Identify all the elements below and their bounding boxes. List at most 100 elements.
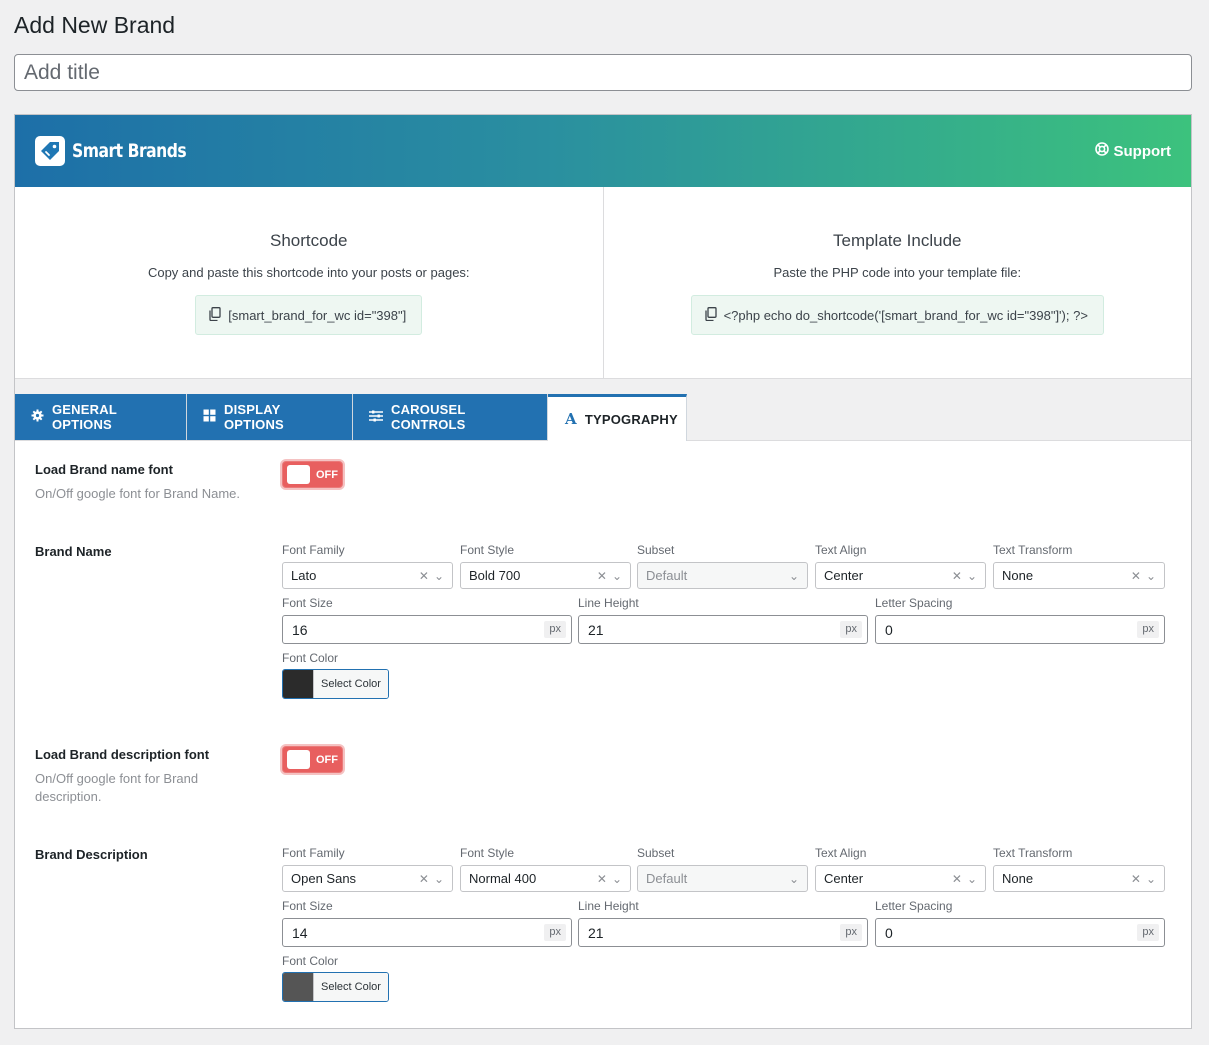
select-color-button[interactable]: Select Color xyxy=(313,670,388,698)
shortcode-panel: Shortcode Copy and paste this shortcode … xyxy=(15,187,1191,379)
brand-description-subset-select[interactable]: Default ⌄ xyxy=(637,865,808,892)
brand-name-font-style-select[interactable]: Bold 700 ✕ ⌄ xyxy=(460,562,631,589)
brand-description-font-family-select[interactable]: Open Sans ✕ ⌄ xyxy=(282,865,453,892)
letter-spacing-label: Letter Spacing xyxy=(875,899,953,913)
color-swatch xyxy=(283,973,313,1001)
selected-value: None xyxy=(1002,871,1034,886)
text-align-label: Text Align xyxy=(815,543,867,557)
copy-icon xyxy=(209,306,221,324)
brand-description-font-size-input[interactable]: 14 px xyxy=(282,918,572,947)
tab-typography-label: TYPOGRAPHY xyxy=(584,411,678,427)
load-brand-name-font-label: Load Brand name font xyxy=(35,462,173,477)
input-value: 0 xyxy=(885,924,893,941)
tab-carousel-controls[interactable]: CAROUSEL CONTROLS xyxy=(353,394,548,440)
chevron-down-icon: ⌄ xyxy=(611,872,622,886)
unit-label: px xyxy=(1137,924,1159,941)
smart-brands-logo: Smart Brands xyxy=(35,136,211,166)
brand-description-text-transform-select[interactable]: None ✕ ⌄ xyxy=(993,865,1165,892)
unit-label: px xyxy=(840,924,862,941)
font-color-label: Font Color xyxy=(282,954,339,968)
brand-name-font-family-select[interactable]: Lato ✕ ⌄ xyxy=(282,562,453,589)
select-color-button[interactable]: Select Color xyxy=(313,973,388,1001)
clear-icon[interactable]: ✕ xyxy=(952,872,962,886)
chevron-down-icon: ⌄ xyxy=(433,569,444,583)
shortcode-title: Shortcode xyxy=(270,231,348,250)
tab-display-options[interactable]: DISPLAY OPTIONS xyxy=(187,394,353,440)
support-link[interactable]: Support xyxy=(1094,142,1172,160)
brand-name-subset-select[interactable]: Default ⌄ xyxy=(637,562,808,589)
clear-icon[interactable]: ✕ xyxy=(419,872,429,886)
load-brand-name-font-toggle[interactable]: OFF xyxy=(282,461,343,488)
tab-display-options-label: DISPLAY OPTIONS xyxy=(224,402,284,432)
selected-value: Center xyxy=(824,871,864,886)
grid-icon xyxy=(203,409,216,425)
tab-typography[interactable]: A TYPOGRAPHY xyxy=(548,394,687,441)
font-size-label: Font Size xyxy=(282,899,333,913)
page-title: Add New Brand xyxy=(14,12,176,38)
font-icon: A xyxy=(565,410,577,428)
selected-value: Lato xyxy=(291,568,317,583)
brand-name-line-height-input[interactable]: 21 px xyxy=(578,615,868,644)
subset-label: Subset xyxy=(637,543,675,557)
shortcode-section: Shortcode Copy and paste this shortcode … xyxy=(15,187,603,378)
brand-name-font-size-input[interactable]: 16 px xyxy=(282,615,572,644)
clear-icon[interactable]: ✕ xyxy=(1131,569,1141,583)
brand-description-text-align-select[interactable]: Center ✕ ⌄ xyxy=(815,865,986,892)
load-brand-description-font-description-line2: description. xyxy=(35,789,102,804)
chevron-down-icon: ⌄ xyxy=(433,872,444,886)
text-align-label: Text Align xyxy=(815,846,867,860)
plugin-banner: Smart Brands Support xyxy=(15,115,1191,187)
chevron-down-icon: ⌄ xyxy=(788,569,799,583)
template-include-section: Template Include Paste the PHP code into… xyxy=(602,187,1192,378)
brand-name-text-transform-select[interactable]: None ✕ ⌄ xyxy=(993,562,1165,589)
clear-icon[interactable]: ✕ xyxy=(1131,872,1141,886)
brand-name-color-picker[interactable]: Select Color xyxy=(282,669,389,699)
input-value: 16 xyxy=(292,621,308,638)
font-size-label: Font Size xyxy=(282,596,333,610)
unit-label: px xyxy=(544,924,566,941)
title-input[interactable] xyxy=(14,54,1192,91)
font-style-label: Font Style xyxy=(460,846,515,860)
brand-description-color-picker[interactable]: Select Color xyxy=(282,972,389,1002)
toggle-knob xyxy=(287,465,310,484)
shortcode-copy-box[interactable]: [smart_brand_for_wc id="398"] xyxy=(195,295,423,335)
brand-description-label: Brand Description xyxy=(35,847,148,862)
selected-value: Bold 700 xyxy=(469,568,521,583)
selected-value: Default xyxy=(646,871,688,886)
sliders-icon xyxy=(369,410,383,425)
tab-general-options[interactable]: GENERAL OPTIONS xyxy=(15,394,187,440)
chevron-down-icon: ⌄ xyxy=(1145,569,1156,583)
tab-general-options-label: GENERAL OPTIONS xyxy=(52,402,117,432)
php-code-copy-box[interactable]: <?php echo do_shortcode('[smart_brand_fo… xyxy=(690,295,1104,335)
clear-icon[interactable]: ✕ xyxy=(952,569,962,583)
chevron-down-icon: ⌄ xyxy=(966,872,977,886)
selected-value: Open Sans xyxy=(291,871,357,886)
tag-icon xyxy=(35,136,65,166)
input-value: 0 xyxy=(885,621,893,638)
brand-description-letter-spacing-input[interactable]: 0 px xyxy=(875,918,1165,947)
brand-name-label: Brand Name xyxy=(35,544,112,559)
brand-settings-metabox: Smart Brands Support Shortcode Copy and … xyxy=(14,114,1192,1029)
brand-name-letter-spacing-input[interactable]: 0 px xyxy=(875,615,1165,644)
letter-spacing-label: Letter Spacing xyxy=(875,596,953,610)
brand-description-font-style-select[interactable]: Normal 400 ✕ ⌄ xyxy=(460,865,631,892)
load-brand-description-font-description-line1: On/Off google font for Brand xyxy=(35,771,199,786)
clear-icon[interactable]: ✕ xyxy=(597,872,607,886)
chevron-down-icon: ⌄ xyxy=(788,872,799,886)
clear-icon[interactable]: ✕ xyxy=(419,569,429,583)
unit-label: px xyxy=(1137,621,1159,638)
load-brand-description-font-toggle[interactable]: OFF xyxy=(282,746,343,773)
selected-value: Default xyxy=(646,568,688,583)
text-transform-label: Text Transform xyxy=(993,543,1073,557)
brand-description-line-height-input[interactable]: 21 px xyxy=(578,918,868,947)
chevron-down-icon: ⌄ xyxy=(611,569,622,583)
template-include-title: Template Include xyxy=(832,231,962,250)
support-label: Support xyxy=(1113,142,1172,160)
font-family-label: Font Family xyxy=(282,543,345,557)
brand-name-text-align-select[interactable]: Center ✕ ⌄ xyxy=(815,562,986,589)
shortcode-description: Copy and paste this shortcode into your … xyxy=(147,265,470,280)
logo-text: Smart Brands xyxy=(72,140,187,162)
line-height-label: Line Height xyxy=(578,596,639,610)
clear-icon[interactable]: ✕ xyxy=(597,569,607,583)
selected-value: Normal 400 xyxy=(469,871,537,886)
